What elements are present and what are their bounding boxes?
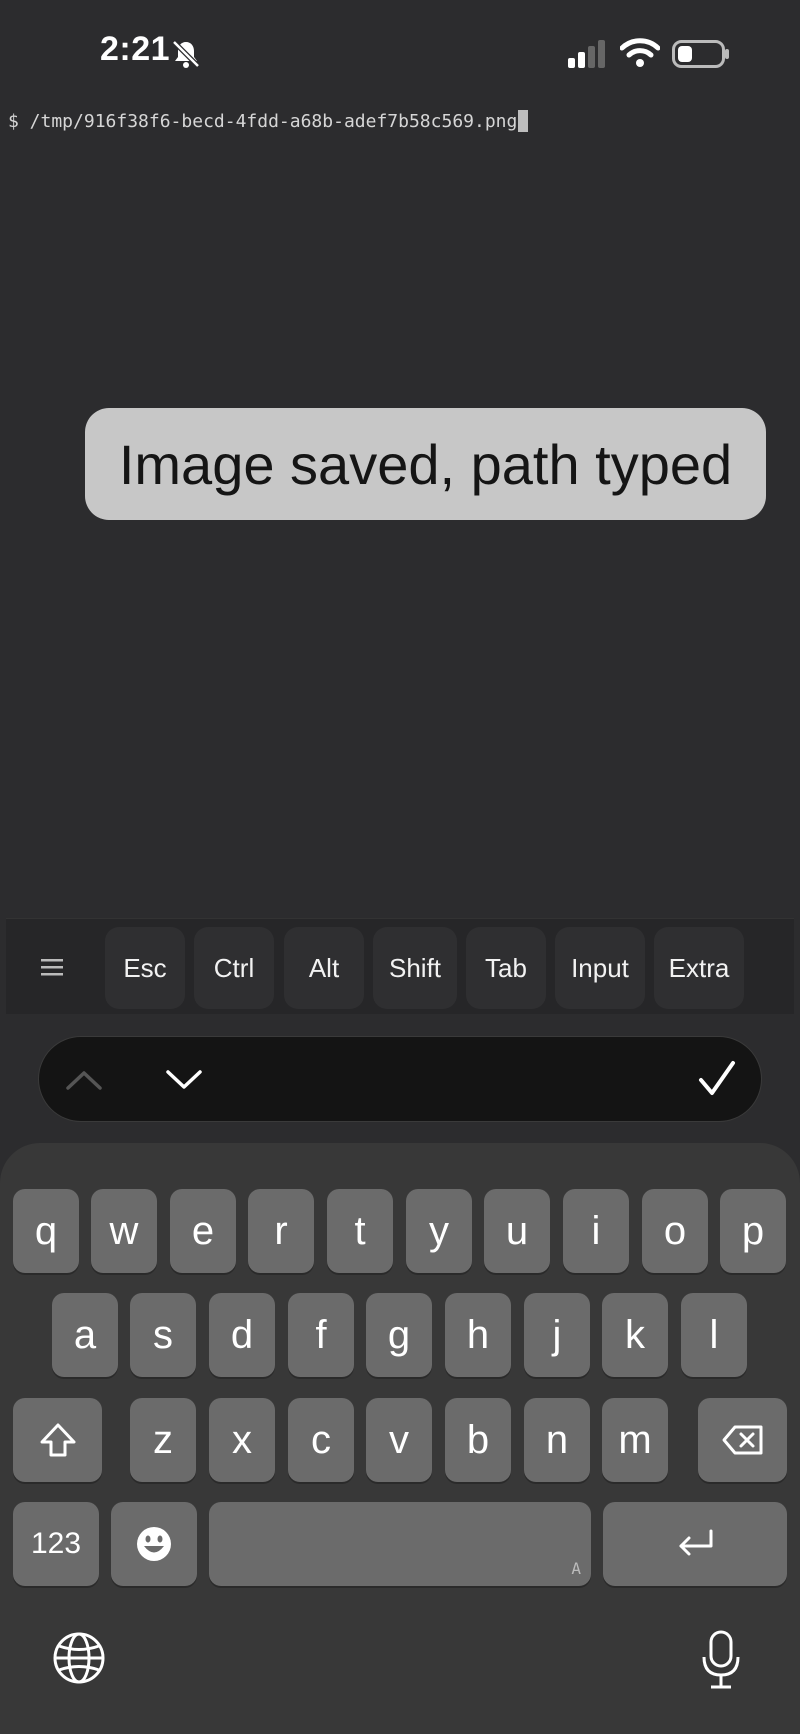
return-key[interactable] xyxy=(603,1502,787,1586)
key-p[interactable]: p xyxy=(720,1189,786,1273)
delete-key[interactable] xyxy=(698,1398,787,1482)
key-d[interactable]: d xyxy=(209,1293,275,1377)
return-icon xyxy=(679,1529,713,1556)
key-w[interactable]: w xyxy=(91,1189,157,1273)
key-m[interactable]: m xyxy=(602,1398,668,1482)
key-h[interactable]: h xyxy=(445,1293,511,1377)
emoji-key[interactable] xyxy=(111,1502,197,1586)
space-key-hint: A xyxy=(571,1559,581,1578)
chevron-up-icon[interactable] xyxy=(60,1062,108,1098)
key-y[interactable]: y xyxy=(406,1189,472,1273)
cellular-signal-icon xyxy=(568,40,605,68)
terminal-prompt-line[interactable]: $ /tmp/916f38f6-becd-4fdd-a68b-adef7b58c… xyxy=(8,110,529,132)
key-f[interactable]: f xyxy=(288,1293,354,1377)
toast-notification: Image saved, path typed xyxy=(85,408,766,520)
battery-icon xyxy=(672,40,729,68)
key-k[interactable]: k xyxy=(602,1293,668,1377)
ctrl-key[interactable]: Ctrl xyxy=(194,927,274,1009)
emoji-icon xyxy=(137,1527,171,1561)
key-q[interactable]: q xyxy=(13,1189,79,1273)
key-l[interactable]: l xyxy=(681,1293,747,1377)
key-s[interactable]: s xyxy=(130,1293,196,1377)
keyboard-accessory-bar xyxy=(38,1036,762,1122)
delete-icon xyxy=(722,1425,762,1455)
status-time: 2:21 xyxy=(100,30,171,68)
space-key[interactable]: A xyxy=(209,1502,591,1586)
text-cursor xyxy=(518,110,529,132)
key-i[interactable]: i xyxy=(563,1189,629,1273)
key-e[interactable]: e xyxy=(170,1189,236,1273)
key-v[interactable]: v xyxy=(366,1398,432,1482)
checkmark-icon[interactable] xyxy=(694,1058,740,1100)
key-o[interactable]: o xyxy=(642,1189,708,1273)
key-n[interactable]: n xyxy=(524,1398,590,1482)
key-t[interactable]: t xyxy=(327,1189,393,1273)
tab-key[interactable]: Tab xyxy=(466,927,546,1009)
shift-key[interactable] xyxy=(13,1398,102,1482)
key-c[interactable]: c xyxy=(288,1398,354,1482)
microphone-icon[interactable] xyxy=(700,1629,742,1691)
bell-slash-icon xyxy=(172,40,200,68)
key-u[interactable]: u xyxy=(484,1189,550,1273)
wifi-icon xyxy=(620,38,660,67)
key-a[interactable]: a xyxy=(52,1293,118,1377)
key-b[interactable]: b xyxy=(445,1398,511,1482)
key-r[interactable]: r xyxy=(248,1189,314,1273)
chevron-down-icon[interactable] xyxy=(160,1062,208,1098)
globe-icon[interactable] xyxy=(52,1631,106,1685)
hamburger-menu-icon[interactable] xyxy=(40,955,64,979)
esc-key[interactable]: Esc xyxy=(105,927,185,1009)
terminal-text: $ /tmp/916f38f6-becd-4fdd-a68b-adef7b58c… xyxy=(8,110,518,132)
software-keyboard: q w e r t y u i o p a s d f g h j k l z … xyxy=(0,1143,800,1734)
shift-icon xyxy=(40,1423,75,1457)
key-z[interactable]: z xyxy=(130,1398,196,1482)
alt-key[interactable]: Alt xyxy=(284,927,364,1009)
numbers-key[interactable]: 123 xyxy=(13,1502,99,1586)
shift-key[interactable]: Shift xyxy=(373,927,457,1009)
key-g[interactable]: g xyxy=(366,1293,432,1377)
key-j[interactable]: j xyxy=(524,1293,590,1377)
toast-message: Image saved, path typed xyxy=(118,432,733,496)
key-x[interactable]: x xyxy=(209,1398,275,1482)
input-key[interactable]: Input xyxy=(555,927,645,1009)
extra-key[interactable]: Extra xyxy=(654,927,744,1009)
